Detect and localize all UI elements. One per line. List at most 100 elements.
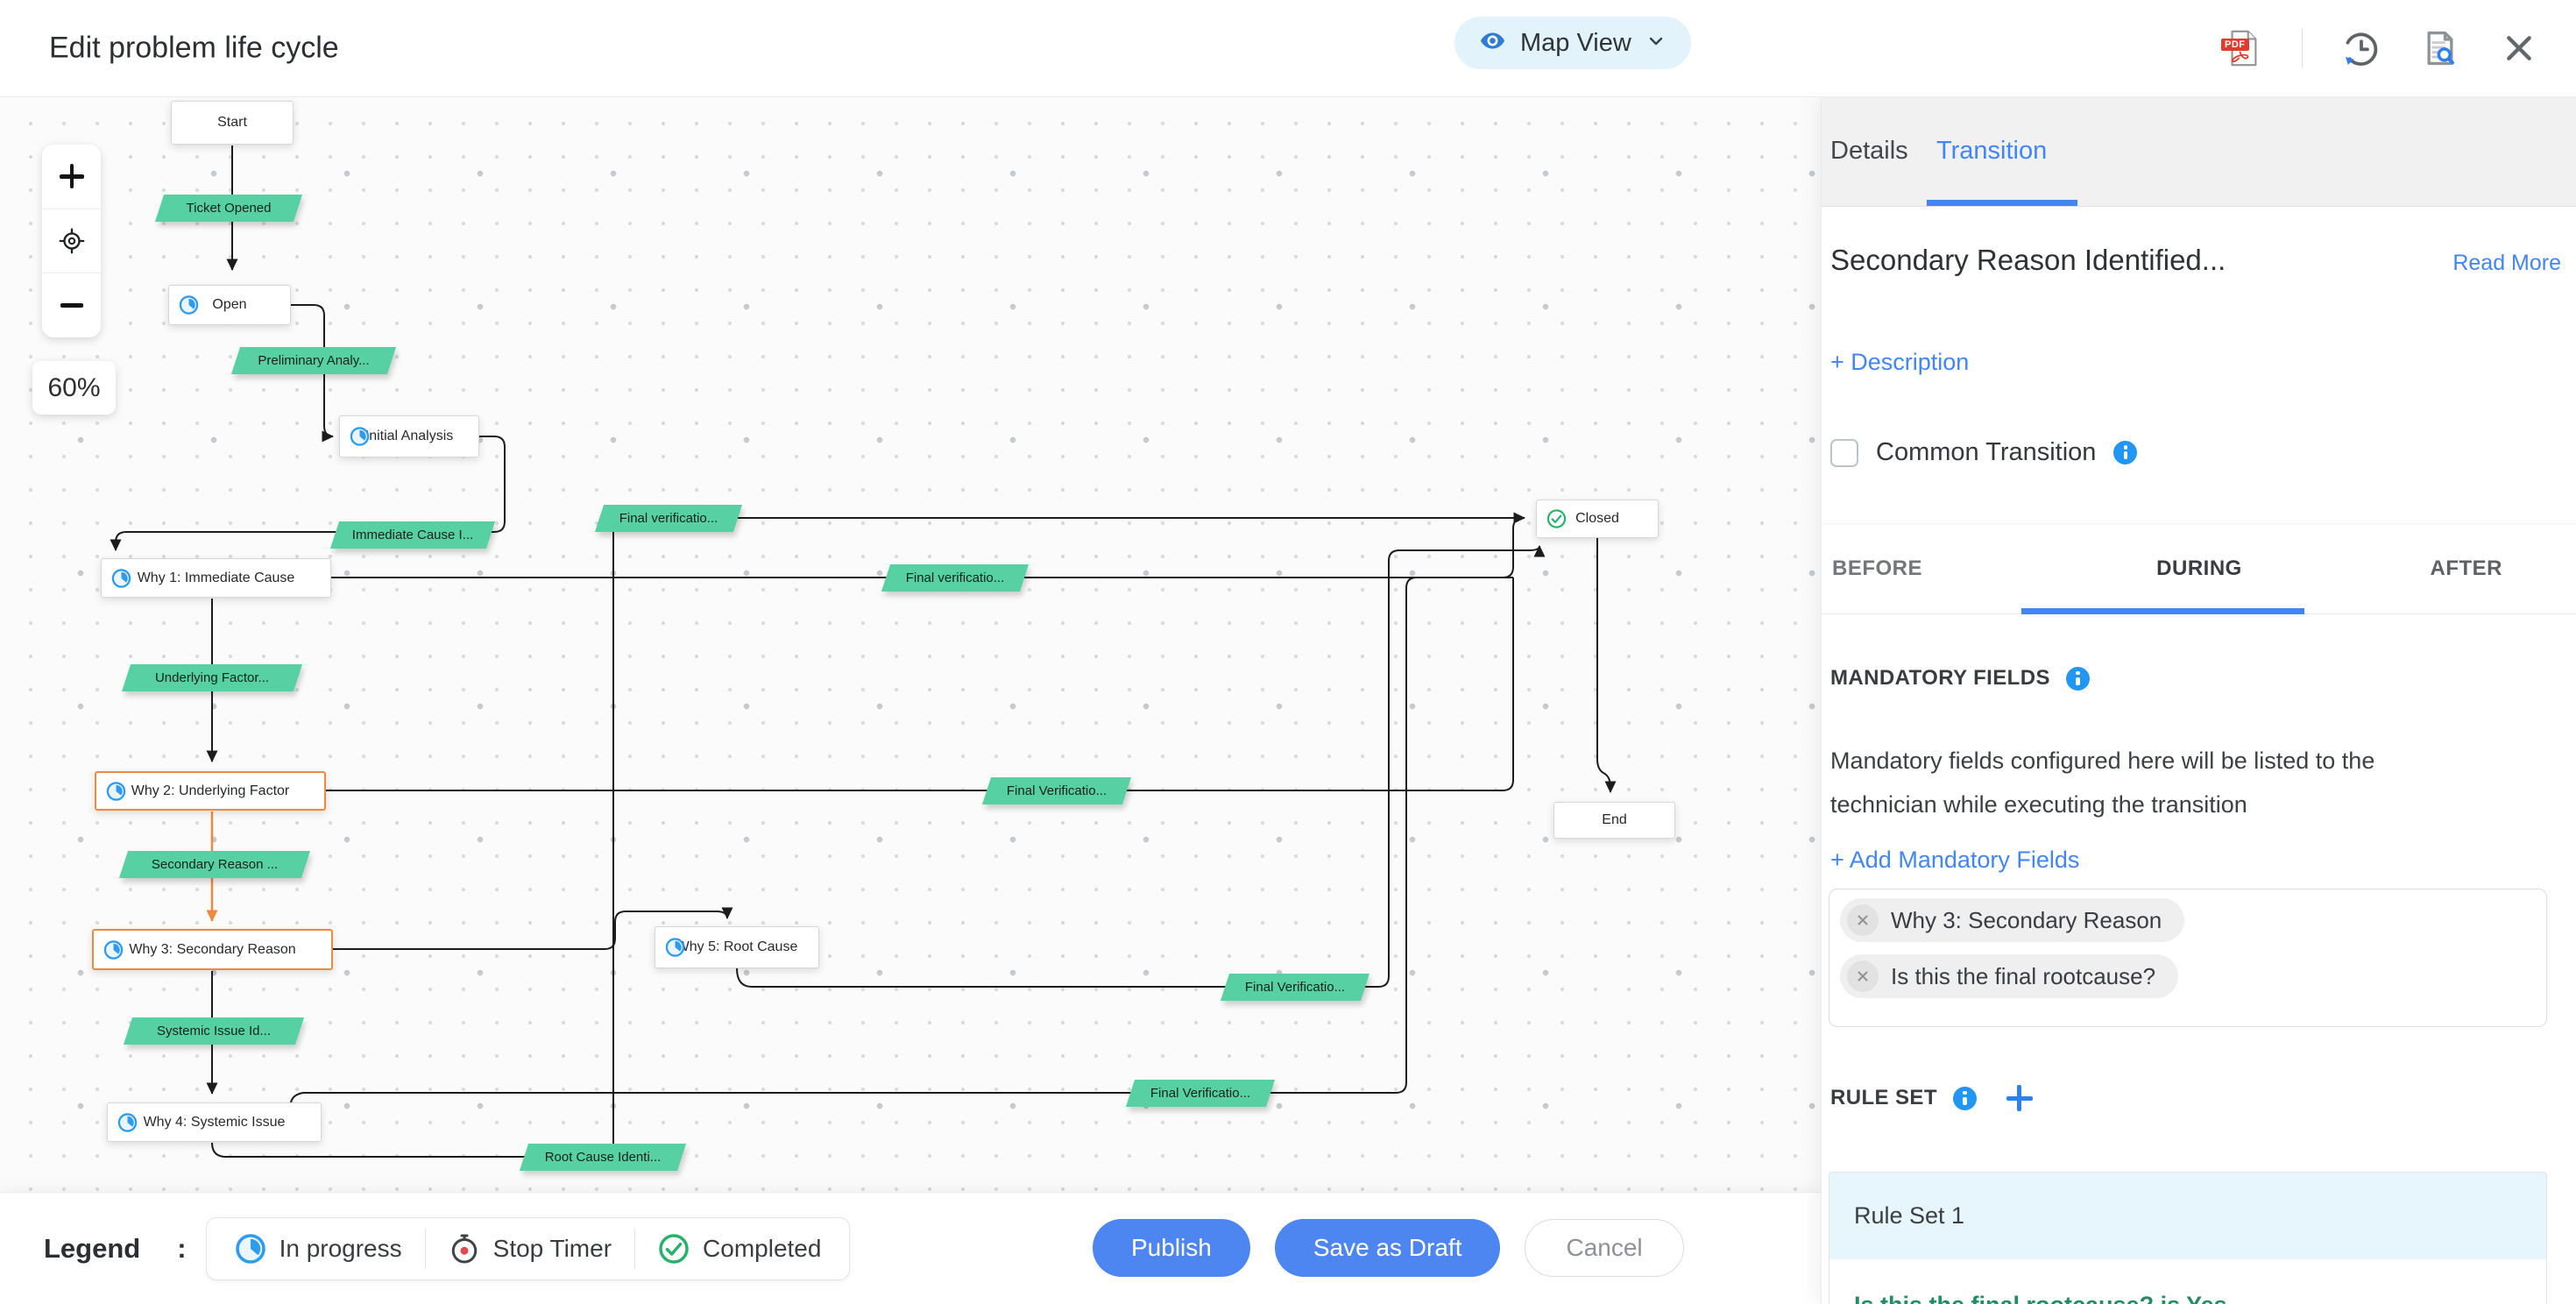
zoom-in-button[interactable] bbox=[42, 145, 101, 209]
transition-label[interactable]: Final Verificatio... bbox=[1130, 1080, 1270, 1107]
node-why-2-underlying-factor[interactable]: Why 2: Underlying Factor bbox=[95, 771, 326, 811]
legend-item: Completed bbox=[635, 1233, 844, 1265]
node-label: Why 2: Underlying Factor bbox=[96, 783, 324, 799]
transition-label[interactable]: Immediate Cause I... bbox=[335, 521, 491, 549]
transition-label[interactable]: Final verificatio... bbox=[886, 564, 1024, 592]
tab-after[interactable]: AFTER bbox=[2431, 556, 2576, 581]
map-view-label: Map View bbox=[1520, 29, 1631, 58]
mandatory-field-chip-label: Is this the final rootcause? bbox=[1891, 963, 2155, 990]
common-transition-checkbox[interactable] bbox=[1830, 439, 1858, 467]
node-label: End bbox=[1554, 812, 1674, 828]
completed-icon bbox=[658, 1233, 690, 1265]
transition-label-text: Preliminary Analy... bbox=[236, 347, 392, 374]
add-rule-set-icon[interactable] bbox=[2006, 1085, 2033, 1111]
export-pdf-icon[interactable]: PDF bbox=[2223, 28, 2263, 68]
zoom-level-indicator: 60% bbox=[32, 361, 116, 415]
node-label: Why 3: Secondary Reason bbox=[94, 942, 331, 958]
topbar: Edit problem life cycle Map View PDF bbox=[0, 0, 2576, 97]
node-open[interactable]: Open bbox=[168, 285, 291, 325]
minus-icon bbox=[60, 303, 83, 308]
version-history-icon[interactable] bbox=[2341, 28, 2381, 68]
active-phase-underline bbox=[2021, 608, 2304, 614]
stop-timer-icon bbox=[449, 1233, 480, 1265]
transition-label-text: Ticket Opened bbox=[159, 195, 298, 222]
info-icon[interactable] bbox=[2113, 441, 2137, 464]
add-description-link[interactable]: + Description bbox=[1830, 349, 1969, 376]
tab-details[interactable]: Details bbox=[1830, 96, 1908, 206]
tab-before[interactable]: BEFORE bbox=[1822, 556, 1922, 581]
publish-button[interactable]: Publish bbox=[1093, 1219, 1250, 1277]
transition-label-text: Root Cause Identi... bbox=[524, 1144, 682, 1171]
transition-panel: Details Transition Secondary Reason Iden… bbox=[1821, 96, 2576, 1304]
zoom-controls bbox=[42, 145, 101, 337]
fit-to-screen-button[interactable] bbox=[42, 209, 101, 273]
transition-label[interactable]: Final Verificatio... bbox=[987, 777, 1127, 804]
remove-field-icon[interactable] bbox=[1847, 960, 1879, 992]
node-why-5-root-cause[interactable]: Why 5: Root Cause bbox=[655, 926, 819, 968]
read-more-link[interactable]: Read More bbox=[2452, 251, 2561, 276]
mandatory-fields-heading: MANDATORY FIELDS bbox=[1830, 666, 2050, 691]
legend-item: In progress bbox=[212, 1233, 425, 1265]
transition-label[interactable]: Root Cause Identi... bbox=[524, 1144, 682, 1171]
transition-title: Secondary Reason Identified... bbox=[1830, 244, 2452, 277]
map-view-selector[interactable]: Map View bbox=[1454, 17, 1691, 69]
active-tab-underline bbox=[1927, 200, 2077, 206]
legend-item-label: In progress bbox=[280, 1235, 402, 1263]
node-start[interactable]: Start bbox=[171, 101, 294, 145]
tab-transition[interactable]: Transition bbox=[1936, 96, 2047, 206]
mandatory-field-chip-label: Why 3: Secondary Reason bbox=[1891, 907, 2162, 934]
in-progress-icon bbox=[350, 427, 370, 447]
legend: Legend : In progressStop TimerCompleted bbox=[44, 1193, 850, 1304]
transition-label[interactable]: Ticket Opened bbox=[159, 195, 298, 222]
transition-label[interactable]: Underlying Factor... bbox=[126, 664, 298, 691]
transition-label[interactable]: Final Verificatio... bbox=[1225, 974, 1365, 1001]
legend-item-label: Stop Timer bbox=[493, 1235, 612, 1263]
transition-label-text: Systemic Issue Id... bbox=[128, 1017, 300, 1045]
transition-label[interactable]: Systemic Issue Id... bbox=[128, 1017, 300, 1045]
node-why-3-secondary-reason[interactable]: Why 3: Secondary Reason bbox=[92, 929, 333, 970]
rule-set-condition: Is this the final rootcause? is Yes bbox=[1829, 1259, 2546, 1304]
common-transition-label: Common Transition bbox=[1876, 438, 2096, 467]
workflow-editor: Edit problem life cycle Map View PDF bbox=[0, 0, 2576, 1304]
crosshair-icon bbox=[57, 226, 87, 256]
chevron-down-icon bbox=[1645, 31, 1667, 56]
topbar-icons: PDF bbox=[2223, 0, 2539, 96]
in-progress-icon bbox=[235, 1233, 266, 1265]
mandatory-field-chip: Why 3: Secondary Reason bbox=[1840, 898, 2184, 942]
transition-label-text: Secondary Reason ... bbox=[124, 851, 306, 878]
transition-label[interactable]: Secondary Reason ... bbox=[124, 851, 306, 878]
in-progress-icon bbox=[117, 1112, 138, 1132]
node-why-1-immediate-cause[interactable]: Why 1: Immediate Cause bbox=[101, 558, 331, 598]
transition-label-text: Immediate Cause I... bbox=[335, 521, 491, 549]
panel-tab-bar: Details Transition bbox=[1822, 96, 2576, 207]
rule-set-heading: RULE SET bbox=[1830, 1086, 1937, 1110]
zoom-out-button[interactable] bbox=[42, 273, 101, 337]
cancel-button[interactable]: Cancel bbox=[1525, 1219, 1683, 1277]
node-why-4-systemic-issue[interactable]: Why 4: Systemic Issue bbox=[107, 1102, 322, 1142]
transition-label-text: Final verificatio... bbox=[599, 505, 738, 532]
info-icon[interactable] bbox=[2066, 667, 2090, 691]
in-progress-icon bbox=[103, 939, 124, 960]
transition-label-text: Final Verificatio... bbox=[987, 777, 1127, 804]
node-end[interactable]: End bbox=[1553, 802, 1675, 839]
node-initial-analysis[interactable]: Initial Analysis bbox=[339, 415, 479, 457]
rule-set-card: Rule Set 1 Is this the final rootcause? … bbox=[1829, 1172, 2547, 1304]
info-icon[interactable] bbox=[1953, 1087, 1977, 1110]
mandatory-fields-list: Why 3: Secondary Reason Is this the final… bbox=[1829, 889, 2547, 1027]
footer-actions: Publish Save as Draft Cancel bbox=[1093, 1219, 1684, 1277]
transition-label[interactable]: Preliminary Analy... bbox=[236, 347, 392, 374]
tab-during[interactable]: DURING bbox=[2156, 556, 2242, 581]
legend-title: Legend bbox=[44, 1233, 140, 1265]
add-mandatory-fields-link[interactable]: + Add Mandatory Fields bbox=[1830, 847, 2079, 874]
save-as-draft-button[interactable]: Save as Draft bbox=[1275, 1219, 1501, 1277]
workflow-canvas[interactable]: 60% Start Open Initial Analysis Why 1: Imme… bbox=[0, 96, 1821, 1192]
node-closed[interactable]: Closed bbox=[1536, 500, 1659, 538]
node-label: Why 1: Immediate Cause bbox=[102, 570, 330, 586]
rule-set-item[interactable]: Rule Set 1 bbox=[1829, 1173, 2546, 1259]
audit-log-icon[interactable] bbox=[2420, 28, 2460, 68]
remove-field-icon[interactable] bbox=[1847, 904, 1879, 936]
close-icon[interactable] bbox=[2499, 28, 2539, 68]
transition-label[interactable]: Final verificatio... bbox=[599, 505, 738, 532]
in-progress-icon bbox=[665, 938, 685, 958]
mandatory-field-chip: Is this the final rootcause? bbox=[1840, 954, 2178, 998]
